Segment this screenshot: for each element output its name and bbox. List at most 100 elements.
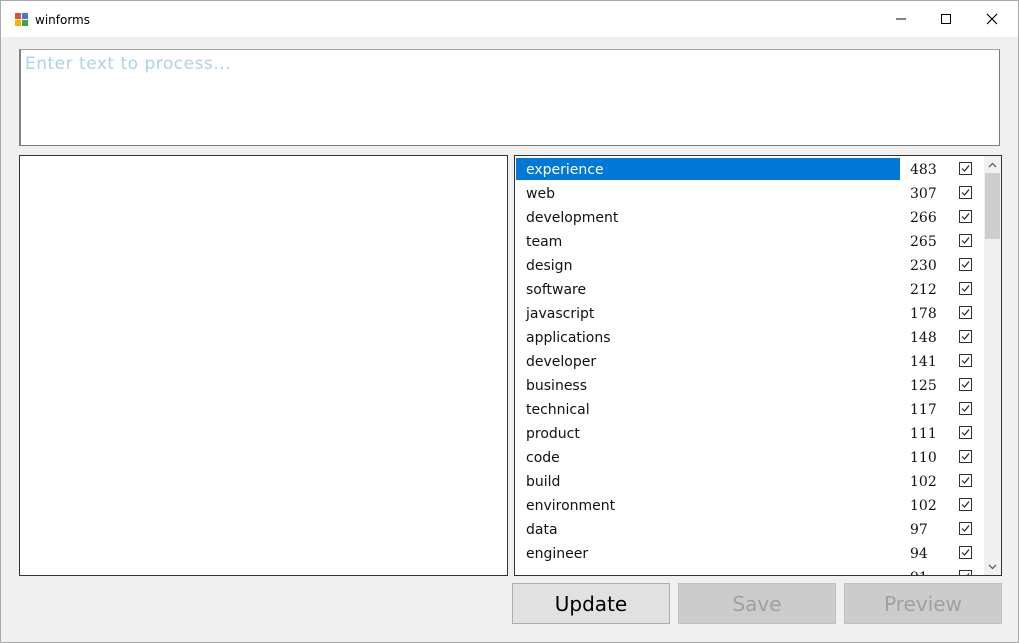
list-item[interactable]: business 125 xyxy=(516,373,986,397)
checkmark-icon xyxy=(961,261,970,268)
save-button[interactable]: Save xyxy=(678,583,836,624)
list-item-word: development xyxy=(526,210,619,226)
app-window: winforms Enter text to process... experi… xyxy=(0,0,1019,643)
title-bar: winforms xyxy=(1,1,1018,37)
list-item-checkbox[interactable] xyxy=(959,474,972,487)
list-item-count: 178 xyxy=(910,306,937,322)
list-item-word: experience xyxy=(526,162,604,178)
list-item[interactable]: 91 xyxy=(516,565,986,575)
list-item-word: product xyxy=(526,426,580,442)
minimize-icon xyxy=(896,18,906,20)
close-icon xyxy=(986,13,998,25)
checkmark-icon xyxy=(961,525,970,532)
checkmark-icon xyxy=(961,429,970,436)
list-item-count: 111 xyxy=(910,426,937,442)
list-item-count: 91 xyxy=(910,570,928,575)
scroll-down-button[interactable] xyxy=(984,558,1001,575)
input-placeholder: Enter text to process... xyxy=(25,54,231,74)
list-item-word: design xyxy=(526,258,573,274)
list-item-checkbox[interactable] xyxy=(959,162,972,175)
close-button[interactable] xyxy=(969,1,1015,37)
list-item[interactable]: development 266 xyxy=(516,205,986,229)
list-item-count: 212 xyxy=(910,282,937,298)
list-item-word: javascript xyxy=(526,306,595,322)
scroll-thumb[interactable] xyxy=(985,173,1000,239)
list-item-count: 307 xyxy=(910,186,937,202)
list-item[interactable]: build 102 xyxy=(516,469,986,493)
preview-button[interactable]: Preview xyxy=(844,583,1002,624)
list-item[interactable]: engineer 94 xyxy=(516,541,986,565)
list-item[interactable]: javascript 178 xyxy=(516,301,986,325)
scroll-up-button[interactable] xyxy=(984,156,1001,173)
list-item-count: 97 xyxy=(910,522,928,538)
list-item[interactable]: applications 148 xyxy=(516,325,986,349)
checkmark-icon xyxy=(966,573,970,575)
list-item-checkbox[interactable] xyxy=(959,522,972,535)
list-item-count: 483 xyxy=(910,162,937,178)
list-item[interactable]: experience 483 xyxy=(516,157,986,181)
list-item[interactable]: web 307 xyxy=(516,181,986,205)
checkmark-icon xyxy=(961,357,970,364)
checkmark-icon xyxy=(961,381,970,388)
list-item[interactable]: data 97 xyxy=(516,517,986,541)
list-item-count: 141 xyxy=(910,354,937,370)
list-item[interactable]: code 110 xyxy=(516,445,986,469)
list-item-word: engineer xyxy=(526,546,589,562)
chevron-down-icon xyxy=(988,564,997,569)
checkmark-icon xyxy=(961,549,970,556)
checkmark-icon xyxy=(961,213,970,220)
checkmark-icon xyxy=(961,237,970,244)
list-item-checkbox[interactable] xyxy=(959,306,972,319)
list-item[interactable]: technical 117 xyxy=(516,397,986,421)
list-item[interactable]: team 265 xyxy=(516,229,986,253)
list-item-checkbox[interactable] xyxy=(959,234,972,247)
checkmark-icon xyxy=(961,453,970,460)
list-item-count: 102 xyxy=(910,474,937,490)
list-item-checkbox[interactable] xyxy=(959,282,972,295)
list-item-count: 117 xyxy=(910,402,937,418)
list-item[interactable]: environment 102 xyxy=(516,493,986,517)
list-item-checkbox[interactable] xyxy=(959,450,972,463)
list-item-checkbox[interactable] xyxy=(959,186,972,199)
list-item-word: applications xyxy=(526,330,611,346)
list-item-word: business xyxy=(526,378,588,394)
list-item-count: 265 xyxy=(910,234,937,250)
maximize-icon xyxy=(941,14,951,24)
update-button[interactable]: Update xyxy=(512,583,670,624)
list-item-word: data xyxy=(526,522,558,538)
list-item-checkbox[interactable] xyxy=(959,402,972,415)
list-item-count: 148 xyxy=(910,330,937,346)
list-item-count: 94 xyxy=(910,546,928,562)
list-item-checkbox[interactable] xyxy=(959,498,972,511)
checkmark-icon xyxy=(961,405,970,412)
word-list[interactable]: experience 483 web 307 development 266 team 265… xyxy=(514,155,1002,576)
list-item-word: build xyxy=(526,474,561,490)
text-input-area[interactable]: Enter text to process... xyxy=(19,49,1000,146)
list-item-checkbox[interactable] xyxy=(959,330,972,343)
list-item-count: 102 xyxy=(910,498,937,514)
list-item-word: developer xyxy=(526,354,597,370)
list-item-checkbox[interactable] xyxy=(959,354,972,367)
output-panel[interactable] xyxy=(19,155,508,576)
window-title: winforms xyxy=(35,13,90,27)
list-item-word: software xyxy=(526,282,587,298)
list-item-checkbox[interactable] xyxy=(959,570,972,575)
checkmark-icon xyxy=(961,309,970,316)
list-scrollbar[interactable] xyxy=(984,156,1001,575)
list-item[interactable]: product 111 xyxy=(516,421,986,445)
list-item[interactable]: developer 141 xyxy=(516,349,986,373)
list-item-checkbox[interactable] xyxy=(959,426,972,439)
list-item[interactable]: design 230 xyxy=(516,253,986,277)
minimize-button[interactable] xyxy=(878,1,924,37)
maximize-button[interactable] xyxy=(923,1,969,37)
list-item-word: technical xyxy=(526,402,590,418)
app-icon xyxy=(15,13,29,27)
checkmark-icon xyxy=(961,189,970,196)
checkmark-icon xyxy=(961,501,970,508)
list-item-checkbox[interactable] xyxy=(959,378,972,391)
list-item-checkbox[interactable] xyxy=(959,210,972,223)
list-item-checkbox[interactable] xyxy=(959,546,972,559)
checkmark-icon xyxy=(961,285,970,292)
list-item-checkbox[interactable] xyxy=(959,258,972,271)
list-item[interactable]: software 212 xyxy=(516,277,986,301)
